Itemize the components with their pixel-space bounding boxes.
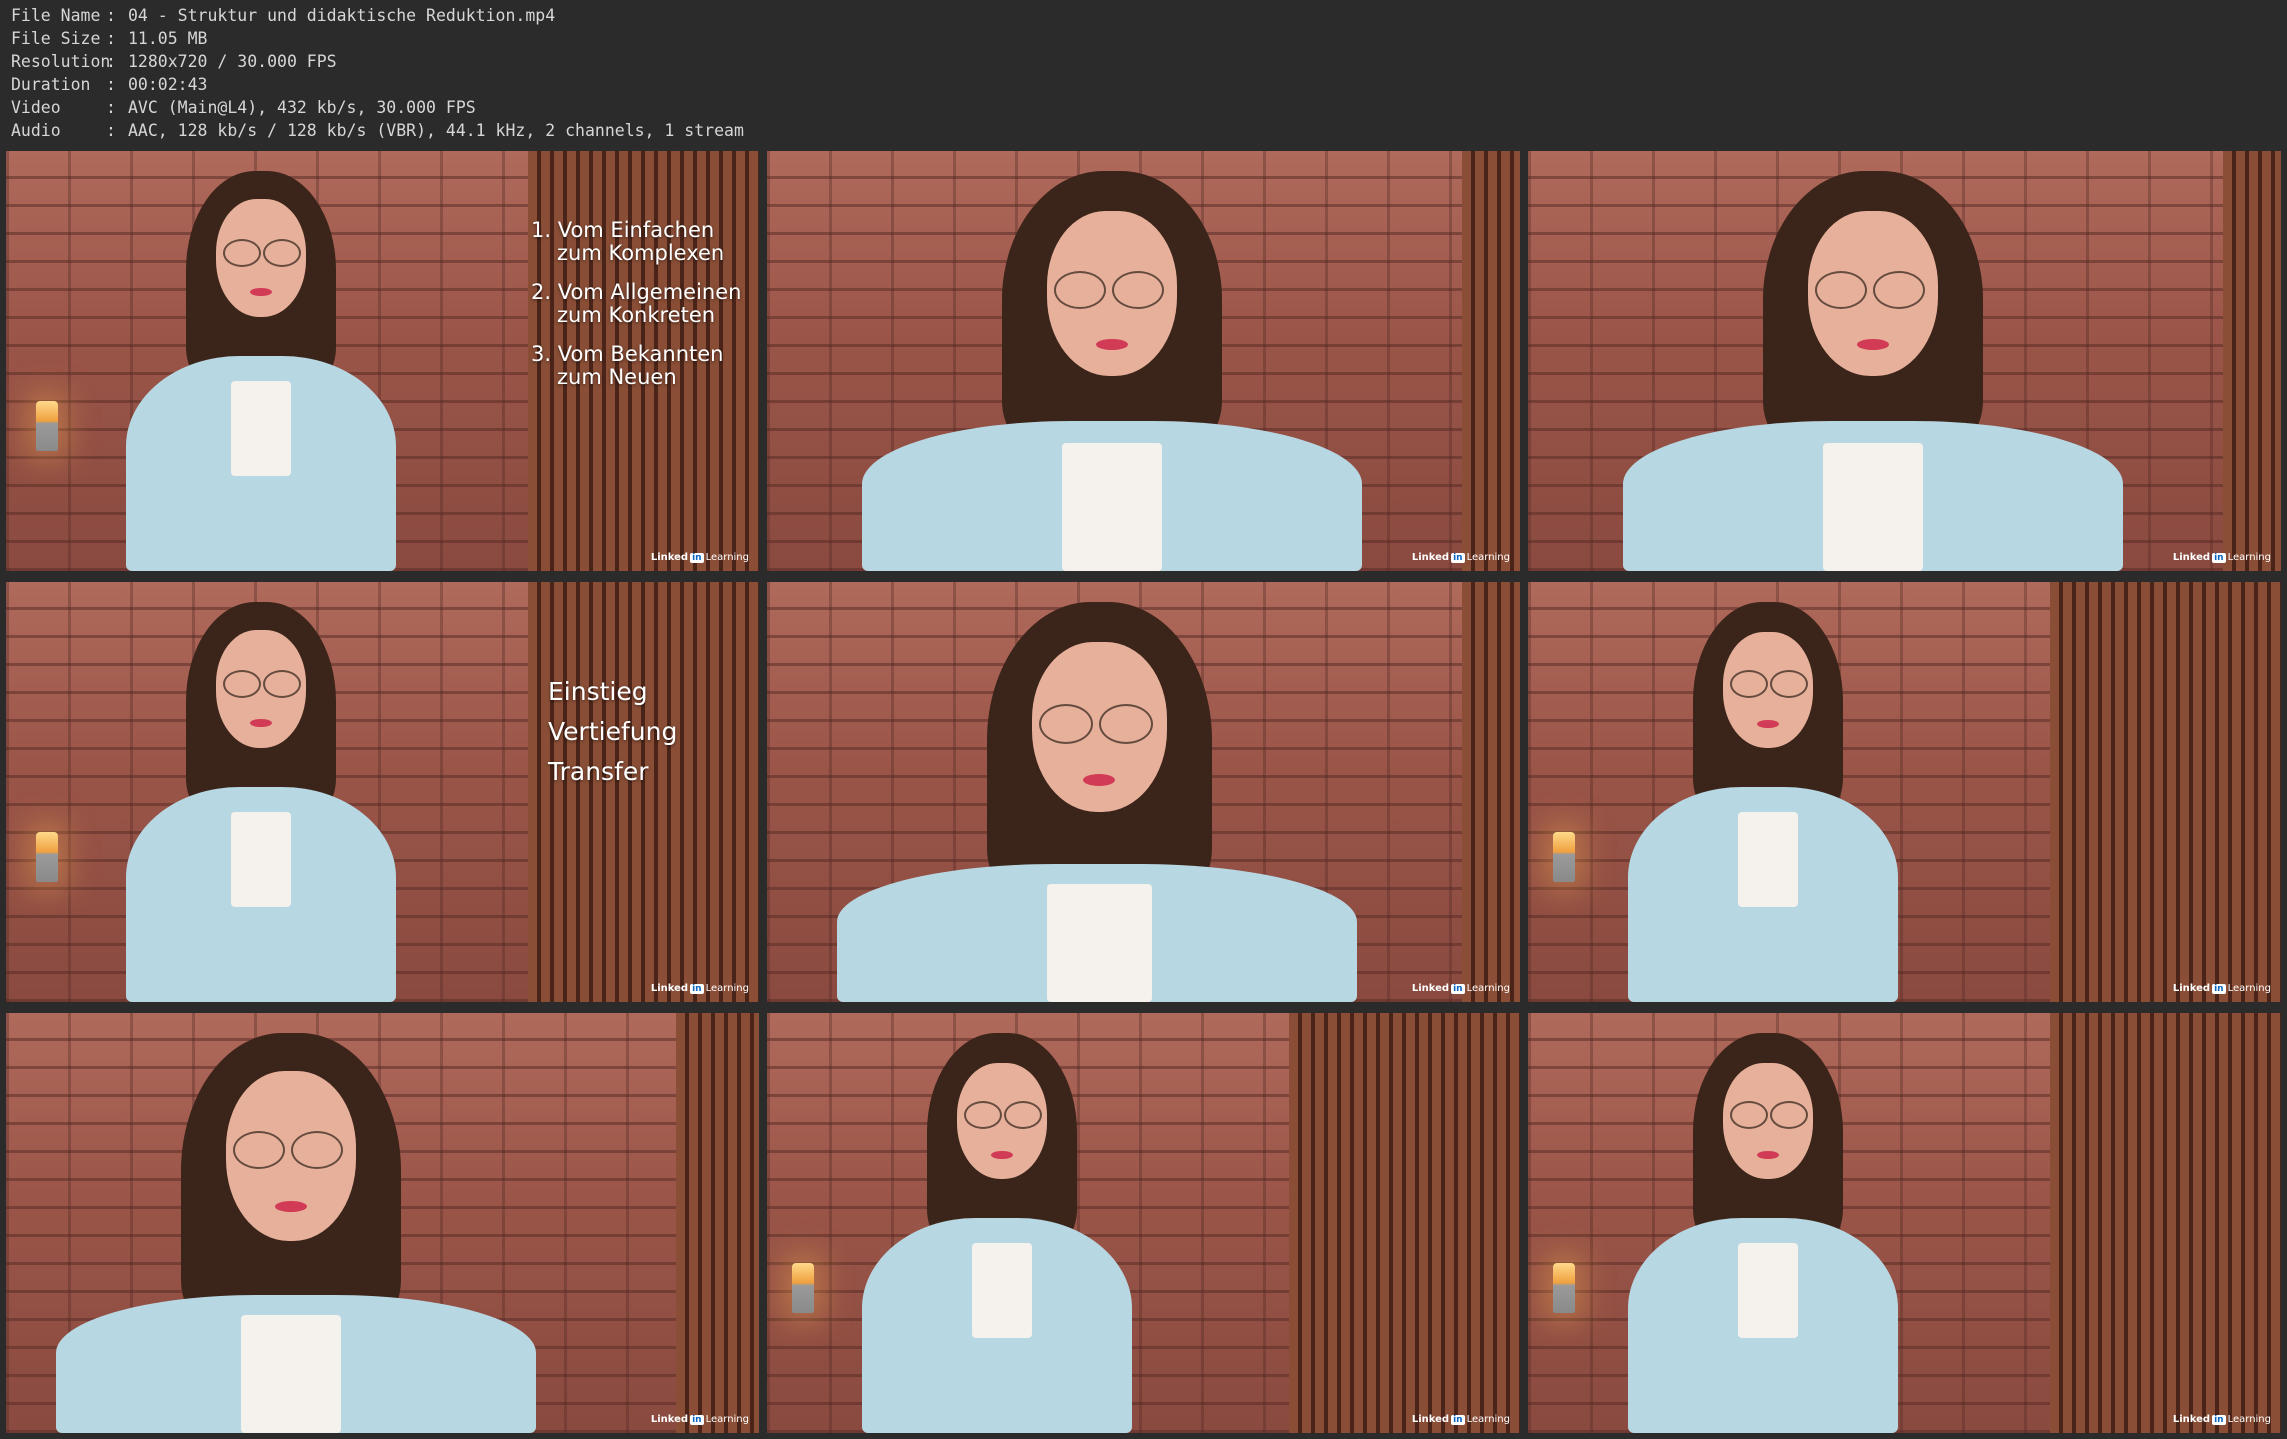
file-info-separator: : [106, 29, 116, 48]
linkedin-learning-logo: Linked in Learning [2172, 983, 2271, 994]
file-info-panel: File Name:04 - Struktur und didaktische … [11, 4, 744, 142]
candle-lamp [1553, 832, 1575, 882]
wood-slat-panel [676, 1013, 759, 1433]
video-frame-7: Linked in Learning [6, 1013, 759, 1433]
file-info-value: 11.05 MB [128, 29, 208, 48]
file-info-value: 04 - Struktur und didaktische Reduktion.… [128, 6, 556, 25]
candle-lamp [1553, 1263, 1575, 1313]
presenter [56, 1033, 556, 1433]
linkedin-learning-logo: Linked in Learning [650, 1414, 749, 1425]
list-item-subtitle: zum Konkreten [557, 303, 716, 327]
presenter [1623, 171, 2123, 571]
linkedin-learning-logo: Linked in Learning [650, 983, 749, 994]
file-info-row: Video: AVC (Main@L4), 432 kb/s, 30.000 FP… [11, 96, 744, 119]
wood-slat-panel [2050, 1013, 2281, 1433]
linkedin-learning-logo: Linked in Learning [2172, 1414, 2271, 1425]
file-info-separator: : [106, 75, 116, 94]
video-frame-6: Linked in Learning [1528, 582, 2281, 1002]
file-info-value: 1280x720 / 30.000 FPS [128, 52, 337, 71]
stage-label: Transfer [548, 757, 649, 786]
slide-stages: Einstieg Vertiefung Transfer [548, 672, 677, 792]
candle-lamp [36, 832, 58, 882]
file-info-separator: : [106, 121, 116, 140]
file-info-separator: : [106, 52, 116, 71]
list-item-title: 1. Vom Einfachen [531, 218, 715, 242]
list-item-title: 3. Vom Bekannten [531, 342, 724, 366]
presenter [852, 1033, 1152, 1433]
list-item-subtitle: zum Neuen [557, 365, 677, 389]
stage-label: Einstieg [548, 677, 648, 706]
list-item: 1. Vom Einfachen zum Komplexen [531, 219, 741, 265]
linkedin-learning-logo: Linked in Learning [2172, 552, 2271, 563]
presenter [116, 171, 416, 571]
list-item-subtitle: zum Komplexen [557, 241, 725, 265]
file-info-value: AVC (Main@L4), 432 kb/s, 30.000 FPS [128, 98, 476, 117]
linkedin-learning-logo: Linked in Learning [1411, 552, 1510, 563]
file-info-row: Audio: AAC, 128 kb/s / 128 kb/s (VBR), 44… [11, 119, 744, 142]
file-info-key: Audio [11, 121, 61, 140]
file-info-value: 00:02:43 [128, 75, 208, 94]
list-item: 2. Vom Allgemeinen zum Konkreten [531, 281, 741, 327]
file-info-key: Duration [11, 75, 91, 94]
file-info-key: Resolution [11, 52, 111, 71]
video-frame-1: 1. Vom Einfachen zum Komplexen 2. Vom Al… [6, 151, 759, 571]
candle-lamp [36, 401, 58, 451]
linkedin-learning-logo: Linked in Learning [1411, 1414, 1510, 1425]
video-frame-2: Linked in Learning [767, 151, 1520, 571]
video-frame-8: Linked in Learning [767, 1013, 1520, 1433]
file-info-separator: : [106, 98, 116, 117]
linkedin-learning-logo: Linked in Learning [650, 552, 749, 563]
file-info-row: Resolution:1280x720 / 30.000 FPS [11, 50, 744, 73]
video-frame-4: Einstieg Vertiefung Transfer Linked in Lea… [6, 582, 759, 1002]
video-frame-5: Linked in Learning [767, 582, 1520, 1002]
wood-slat-panel [1462, 582, 1520, 1002]
slide-list: 1. Vom Einfachen zum Komplexen 2. Vom Al… [531, 219, 741, 405]
video-frame-3: Linked in Learning [1528, 151, 2281, 571]
presenter [1618, 1033, 1918, 1433]
presenter [1618, 602, 1918, 1002]
file-info-key: File Name [11, 6, 101, 25]
file-info-value: AAC, 128 kb/s / 128 kb/s (VBR), 44.1 kHz… [128, 121, 744, 140]
file-info-key: File Size [11, 29, 101, 48]
wood-slat-panel [1289, 1013, 1520, 1433]
file-info-key: Video [11, 98, 61, 117]
wood-slat-panel [2050, 582, 2281, 1002]
linkedin-learning-logo: Linked in Learning [1411, 983, 1510, 994]
file-info-row: File Size:11.05 MB [11, 27, 744, 50]
presenter [116, 602, 416, 1002]
stage-label: Vertiefung [548, 717, 678, 746]
thumbnail-grid: 1. Vom Einfachen zum Komplexen 2. Vom Al… [6, 151, 2281, 1433]
list-item-title: 2. Vom Allgemeinen [531, 280, 742, 304]
presenter [837, 602, 1357, 1002]
file-info-separator: : [106, 6, 116, 25]
list-item: 3. Vom Bekannten zum Neuen [531, 343, 741, 389]
wood-slat-panel [528, 582, 759, 1002]
file-info-row: File Name:04 - Struktur und didaktische … [11, 4, 744, 27]
file-info-row: Duration:00:02:43 [11, 73, 744, 96]
wood-slat-panel [2223, 151, 2281, 571]
candle-lamp [792, 1263, 814, 1313]
presenter [862, 171, 1362, 571]
video-frame-9: Linked in Learning [1528, 1013, 2281, 1433]
wood-slat-panel [1462, 151, 1520, 571]
